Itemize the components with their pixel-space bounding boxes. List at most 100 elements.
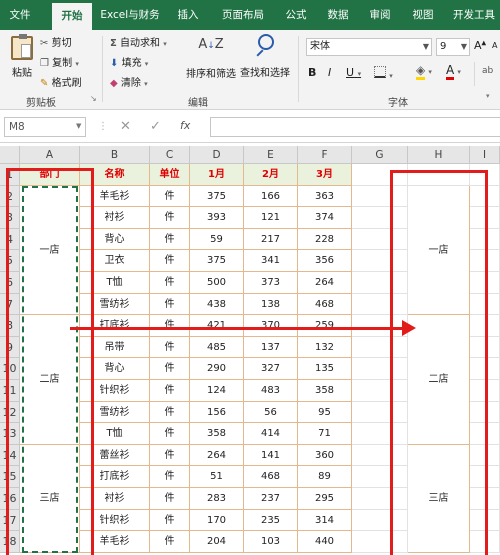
table-cell[interactable]: 141 [244,444,298,467]
header-cell[interactable]: 2月 [244,164,298,186]
tab-developer[interactable]: 开发工具 [448,0,500,30]
table-cell[interactable]: 蕾丝衫 [80,444,150,467]
table-cell[interactable]: 件 [150,444,190,467]
table-cell[interactable]: 135 [298,358,352,380]
table-cell[interactable]: 137 [244,336,298,359]
table-cell[interactable]: 打底衫 [80,466,150,488]
h-merged-cell[interactable]: 三店 [408,444,470,553]
table-cell[interactable]: 217 [244,228,298,251]
grid-cell[interactable] [352,228,408,251]
header-cell[interactable]: 3月 [298,164,352,186]
tab-excel-finance[interactable]: Excel与财务 [96,0,164,30]
table-cell[interactable]: 背心 [80,228,150,251]
format-painter-button[interactable]: ✎ 格式刷 [40,74,82,89]
grid-cell[interactable] [352,250,408,272]
insert-function-button[interactable]: fx [180,119,190,132]
grid-cell[interactable] [352,293,408,316]
table-cell[interactable]: 170 [190,509,244,532]
col-header-f[interactable]: F [298,146,352,164]
row-header-18[interactable]: 18 [0,531,20,553]
table-cell[interactable]: 吊带 [80,336,150,359]
row-header-5[interactable]: 5 [0,250,20,272]
grid-cell[interactable] [470,509,500,532]
wrap-text-button[interactable]: ab [482,66,493,76]
table-cell[interactable]: 414 [244,423,298,445]
table-cell[interactable]: 360 [298,444,352,467]
row-header-11[interactable]: 11 [0,380,20,402]
table-cell[interactable]: 370 [244,315,298,337]
enter-check-icon[interactable]: ✓ [150,119,161,134]
clear-button[interactable]: ◆ 清除 ▾ [110,74,148,89]
table-cell[interactable]: 121 [244,207,298,229]
table-cell[interactable]: 羊毛衫 [80,531,150,553]
copy-button[interactable]: ❐ 复制 ▾ [40,54,79,69]
select-all-corner[interactable] [0,146,20,164]
grid-cell[interactable] [470,336,500,359]
grid-cell[interactable] [352,531,408,553]
font-color-button[interactable]: A ▾ [446,64,461,80]
table-cell[interactable]: 件 [150,207,190,229]
table-cell[interactable]: 件 [150,531,190,553]
table-cell[interactable]: 264 [190,444,244,467]
grid-cell[interactable] [352,272,408,294]
grid-cell[interactable] [470,293,500,316]
col-header-b[interactable]: B [80,146,150,164]
department-cell[interactable]: 二店 [20,315,80,445]
tab-view[interactable]: 视图 [405,0,441,30]
grid-cell[interactable] [352,358,408,380]
table-cell[interactable]: 89 [298,466,352,488]
grow-font-button[interactable]: A▲ [474,39,486,52]
tab-home[interactable]: 开始 [52,3,92,30]
tab-insert[interactable]: 插入 [170,0,206,30]
table-cell[interactable]: 件 [150,185,190,208]
header-cell[interactable]: 部门 [20,164,80,186]
table-cell[interactable]: 124 [190,380,244,402]
underline-button[interactable]: U ▾ [346,66,361,79]
grid-cell[interactable] [470,423,500,445]
row-header-12[interactable]: 12 [0,401,20,424]
row-header-9[interactable]: 9 [0,336,20,359]
grid-cell[interactable] [470,272,500,294]
table-cell[interactable]: 358 [298,380,352,402]
grid-cell[interactable] [470,401,500,424]
cancel-icon[interactable]: ✕ [120,119,131,134]
table-cell[interactable]: 468 [298,293,352,316]
row-header-14[interactable]: 14 [0,444,20,467]
autosum-button[interactable]: Σ 自动求和 ▾ [110,34,167,49]
grid-cell[interactable] [352,401,408,424]
grid-cell[interactable] [352,509,408,532]
table-cell[interactable]: 327 [244,358,298,380]
tab-review[interactable]: 审阅 [362,0,398,30]
table-cell[interactable]: 件 [150,228,190,251]
table-cell[interactable]: 针织衫 [80,509,150,532]
tab-page-layout[interactable]: 页面布局 [215,0,271,30]
table-cell[interactable]: 件 [150,250,190,272]
table-cell[interactable]: 卫衣 [80,250,150,272]
table-cell[interactable]: 59 [190,228,244,251]
tab-file[interactable]: 文件 [0,0,40,30]
h-merged-cell[interactable]: 二店 [408,315,470,445]
name-box[interactable]: M8 [4,117,86,137]
table-cell[interactable]: 500 [190,272,244,294]
table-cell[interactable]: 打底衫 [80,315,150,337]
grid-cell[interactable] [470,358,500,380]
table-cell[interactable]: 件 [150,315,190,337]
row-header-3[interactable]: 3 [0,207,20,229]
table-cell[interactable]: 件 [150,423,190,445]
table-cell[interactable]: 件 [150,466,190,488]
row-header-4[interactable]: 4 [0,228,20,251]
table-cell[interactable]: 483 [244,380,298,402]
table-cell[interactable]: 件 [150,293,190,316]
col-header-a[interactable]: A [20,146,80,164]
grid-cell[interactable] [408,164,470,186]
row-header-7[interactable]: 7 [0,293,20,316]
table-cell[interactable]: 件 [150,380,190,402]
table-cell[interactable]: 363 [298,185,352,208]
table-cell[interactable]: 264 [298,272,352,294]
table-cell[interactable]: 衬衫 [80,207,150,229]
table-cell[interactable]: 235 [244,509,298,532]
table-cell[interactable]: 314 [298,509,352,532]
header-cell[interactable]: 名称 [80,164,150,186]
table-cell[interactable]: 件 [150,488,190,510]
header-cell[interactable]: 单位 [150,164,190,186]
